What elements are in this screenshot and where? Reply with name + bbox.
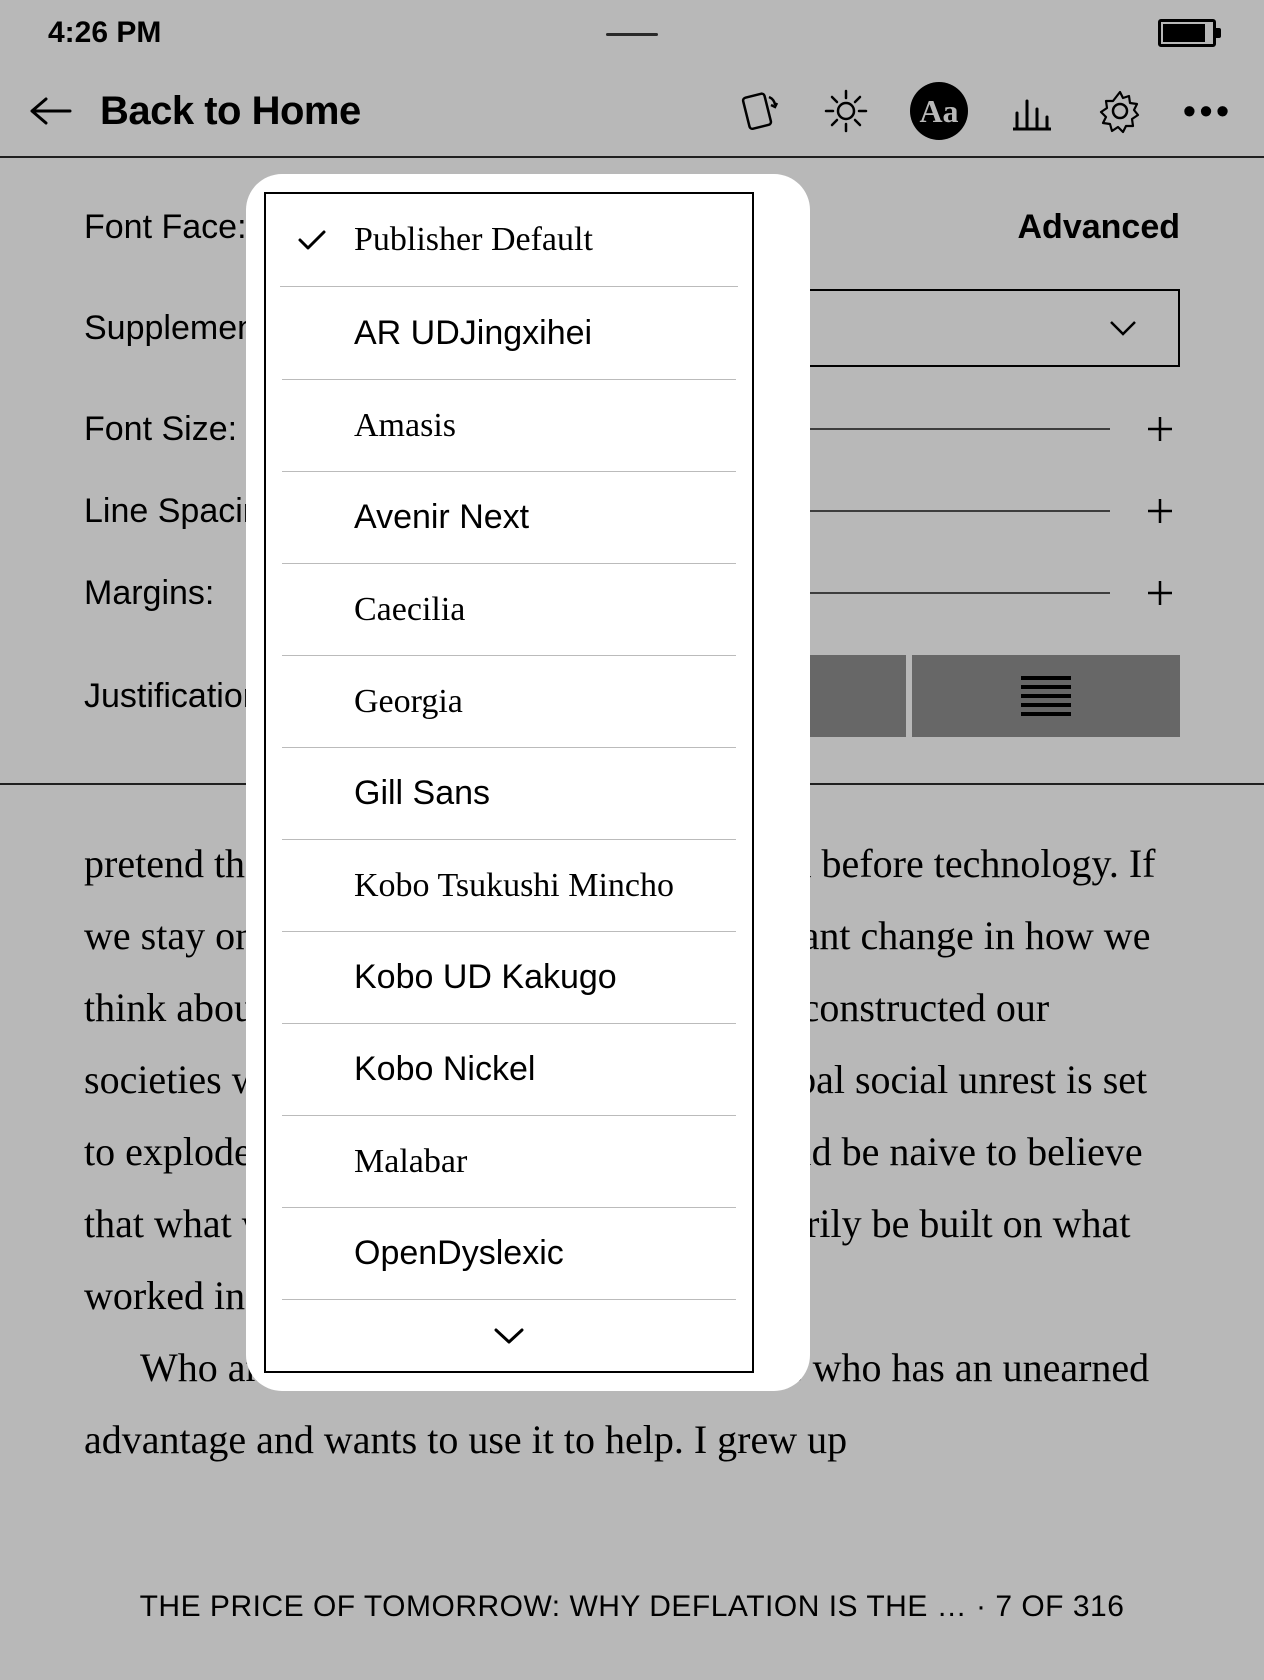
font-option-label: Amasis — [354, 407, 456, 445]
chevron-down-icon — [492, 1326, 526, 1346]
back-arrow-icon[interactable] — [28, 93, 72, 129]
justify-full-button[interactable] — [912, 655, 1180, 737]
drag-handle — [606, 33, 658, 36]
font-option-kobo-nickel[interactable]: Kobo Nickel — [282, 1023, 736, 1115]
font-option-caecilia[interactable]: Caecilia — [282, 563, 736, 655]
font-option-opendyslexic[interactable]: OpenDyslexic — [282, 1207, 736, 1299]
font-option-kobo-ud-kakugo[interactable]: Kobo UD Kakugo — [282, 931, 736, 1023]
font-face-dropdown: Publisher Default AR UDJingxihei Amasis … — [264, 192, 792, 1373]
status-bar: 4:26 PM — [0, 0, 1264, 66]
font-settings-icon[interactable]: Aa — [910, 82, 968, 140]
font-option-label: Malabar — [354, 1143, 467, 1181]
font-option-label: Publisher Default — [354, 221, 593, 259]
font-option-georgia[interactable]: Georgia — [282, 655, 736, 747]
gear-icon[interactable] — [1096, 87, 1144, 135]
font-option-label: Kobo Nickel — [354, 1050, 535, 1089]
font-option-kobo-tsukushi-mincho[interactable]: Kobo Tsukushi Mincho — [282, 839, 736, 931]
font-option-label: Avenir Next — [354, 498, 529, 537]
align-justify-icon — [1021, 676, 1071, 716]
font-size-increase[interactable] — [1140, 409, 1180, 449]
advanced-link[interactable]: Advanced — [1018, 208, 1181, 247]
font-option-amasis[interactable]: Amasis — [282, 379, 736, 471]
font-option-avenir-next[interactable]: Avenir Next — [282, 471, 736, 563]
line-spacing-increase[interactable] — [1140, 491, 1180, 531]
font-option-publisher-default[interactable]: Publisher Default — [266, 194, 752, 286]
font-option-label: OpenDyslexic — [354, 1234, 564, 1273]
rotate-icon[interactable] — [734, 87, 782, 135]
font-option-label: Kobo UD Kakugo — [354, 958, 617, 997]
page-footer: THE PRICE OF TOMORROW: WHY DEFLATION IS … — [0, 1590, 1264, 1624]
top-nav: Back to Home Aa ••• — [0, 66, 1264, 158]
font-option-label: Georgia — [354, 683, 463, 721]
font-option-label: Caecilia — [354, 591, 465, 629]
font-option-gill-sans[interactable]: Gill Sans — [282, 747, 736, 839]
battery-icon — [1158, 19, 1216, 47]
brightness-icon[interactable] — [822, 87, 870, 135]
more-icon[interactable]: ••• — [1184, 87, 1232, 135]
font-option-malabar[interactable]: Malabar — [282, 1115, 736, 1207]
stats-icon[interactable] — [1008, 87, 1056, 135]
font-option-ar-udjingxihei[interactable]: AR UDJingxihei — [266, 287, 752, 379]
back-title[interactable]: Back to Home — [100, 89, 361, 134]
check-icon — [296, 228, 328, 252]
clock: 4:26 PM — [48, 16, 161, 50]
font-option-label: Gill Sans — [354, 774, 490, 813]
chevron-down-icon — [1108, 319, 1138, 337]
font-menu-more[interactable] — [282, 1299, 736, 1371]
margins-increase[interactable] — [1140, 573, 1180, 613]
font-option-label: Kobo Tsukushi Mincho — [354, 867, 674, 905]
font-option-label: AR UDJingxihei — [354, 314, 592, 353]
